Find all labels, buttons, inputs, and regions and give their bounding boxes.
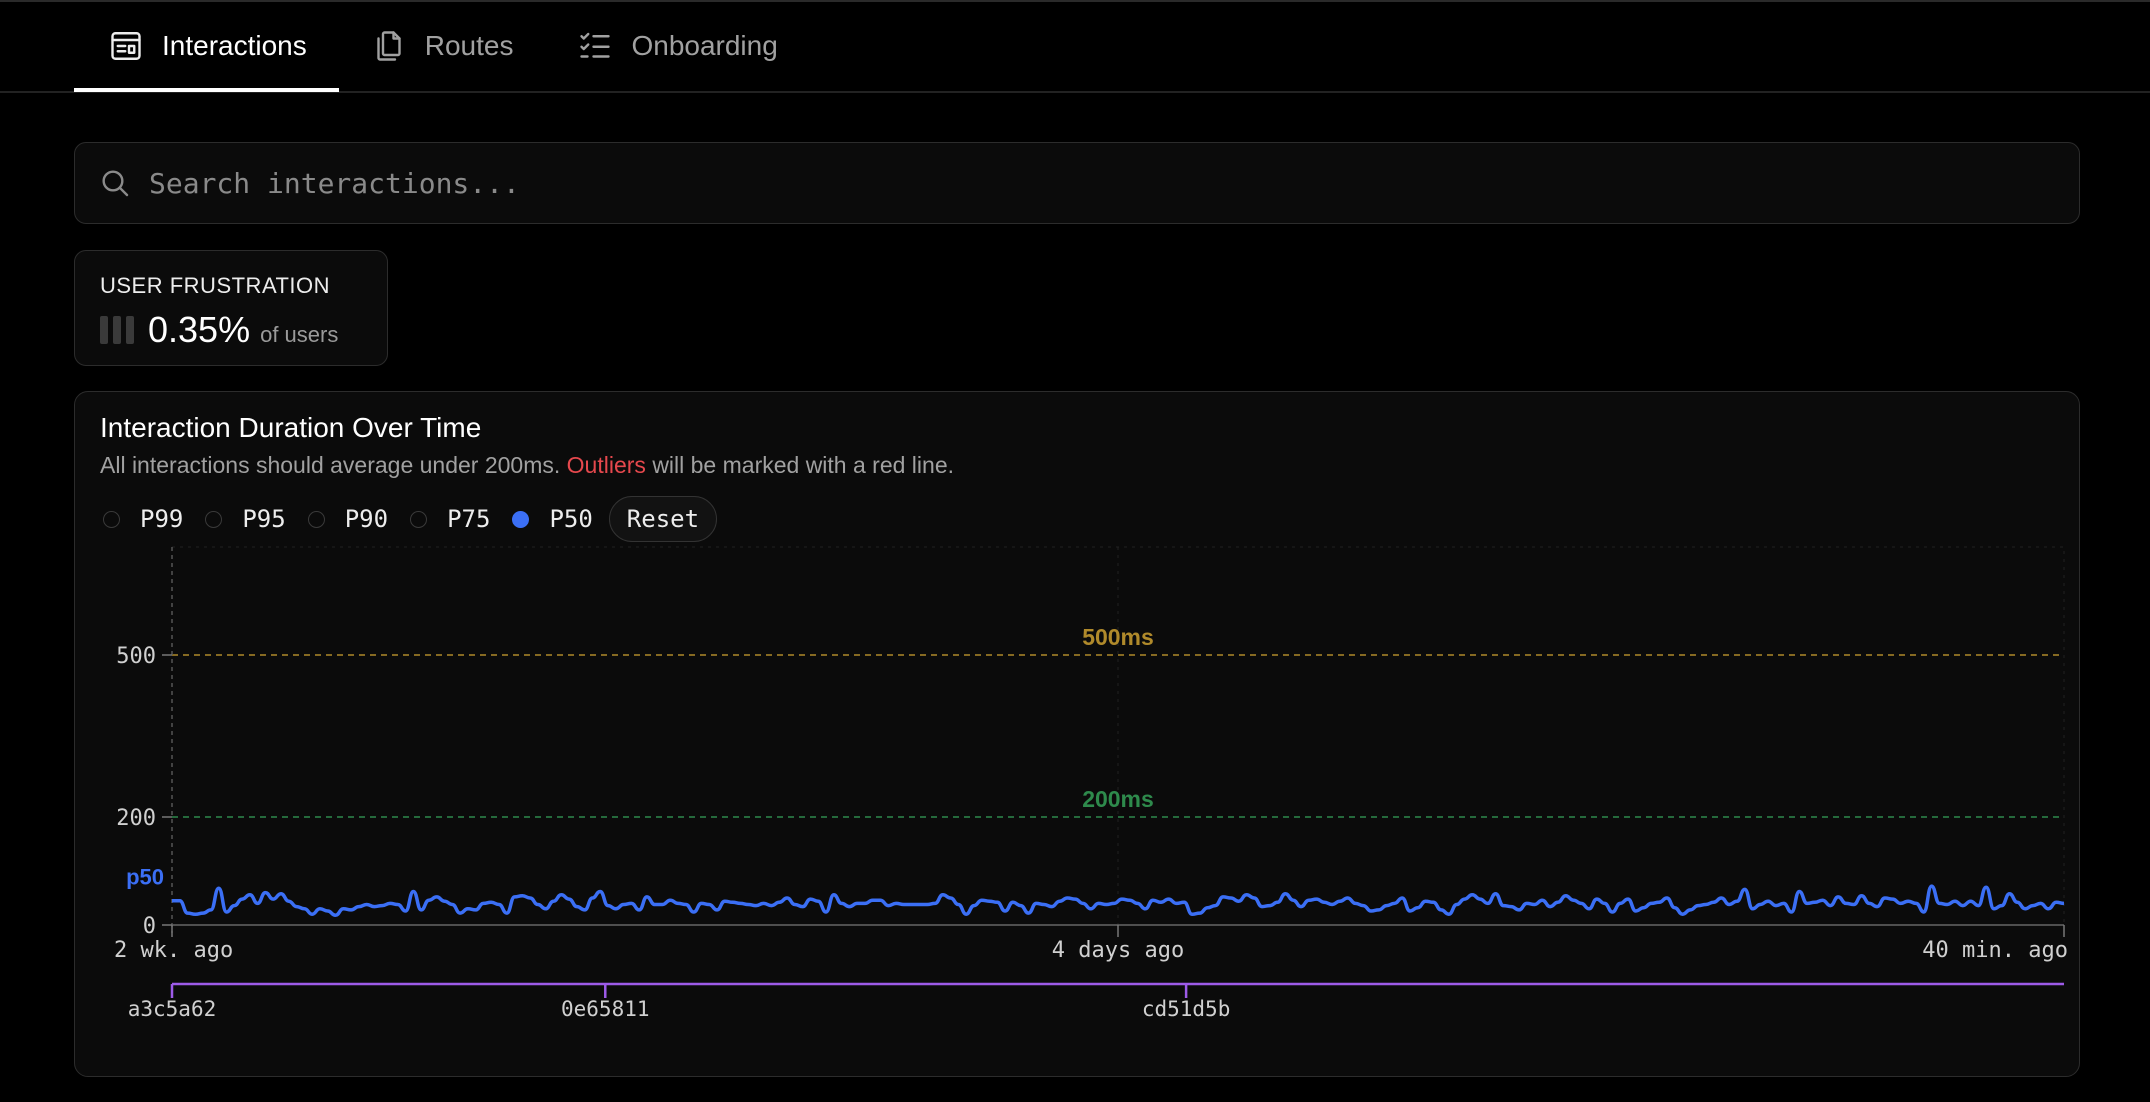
duration-chart-panel: Interaction Duration Over Time All inter… [74, 391, 2080, 1077]
layout-icon [108, 28, 144, 64]
x-tick-label-2: 40 min. ago [1922, 938, 2068, 963]
commit-label-0e65811: 0e65811 [561, 997, 650, 1021]
duration-line-chart: 500ms 200ms 0 200 500 2 wk. ago 4 days ago 40 m… [114, 546, 2068, 1021]
checklist-icon [577, 28, 613, 64]
tab-onboarding[interactable]: Onboarding [545, 0, 809, 92]
y-tick-label-500: 500 [116, 644, 156, 669]
tab-interactions-label: Interactions [162, 30, 307, 61]
search-input[interactable] [147, 165, 2079, 201]
tab-interactions[interactable]: Interactions [74, 0, 339, 92]
tab-routes[interactable]: Routes [339, 0, 546, 92]
user-frustration-card: USER FRUSTRATION 0.35% of users [74, 250, 388, 366]
metric-unit: of users [260, 322, 339, 347]
search-box [74, 142, 2080, 224]
metric-value: 0.35% [148, 309, 251, 350]
y-tick-label-0: 0 [143, 914, 156, 939]
threshold-label-500: 500ms [1082, 624, 1154, 650]
p50-series-line [172, 884, 2065, 918]
x-tick-label-0: 2 wk. ago [114, 938, 233, 963]
copy-icon [371, 28, 407, 64]
commit-label-a3c5a62: a3c5a62 [128, 997, 217, 1021]
threshold-label-200: 200ms [1082, 786, 1154, 812]
frustration-bars-icon [100, 316, 134, 344]
search-icon [99, 167, 131, 199]
tab-bar: Interactions Routes Onboarding [74, 0, 810, 92]
series-label-p50: p50 [126, 865, 164, 890]
tab-onboarding-label: Onboarding [631, 30, 778, 61]
tab-routes-label: Routes [424, 30, 514, 61]
commit-label-cd51d5b: cd51d5b [1142, 997, 1231, 1021]
metric-label: USER FRUSTRATION [100, 273, 331, 298]
y-tick-label-200: 200 [116, 806, 156, 831]
x-tick-label-1: 4 days ago [1052, 938, 1184, 963]
